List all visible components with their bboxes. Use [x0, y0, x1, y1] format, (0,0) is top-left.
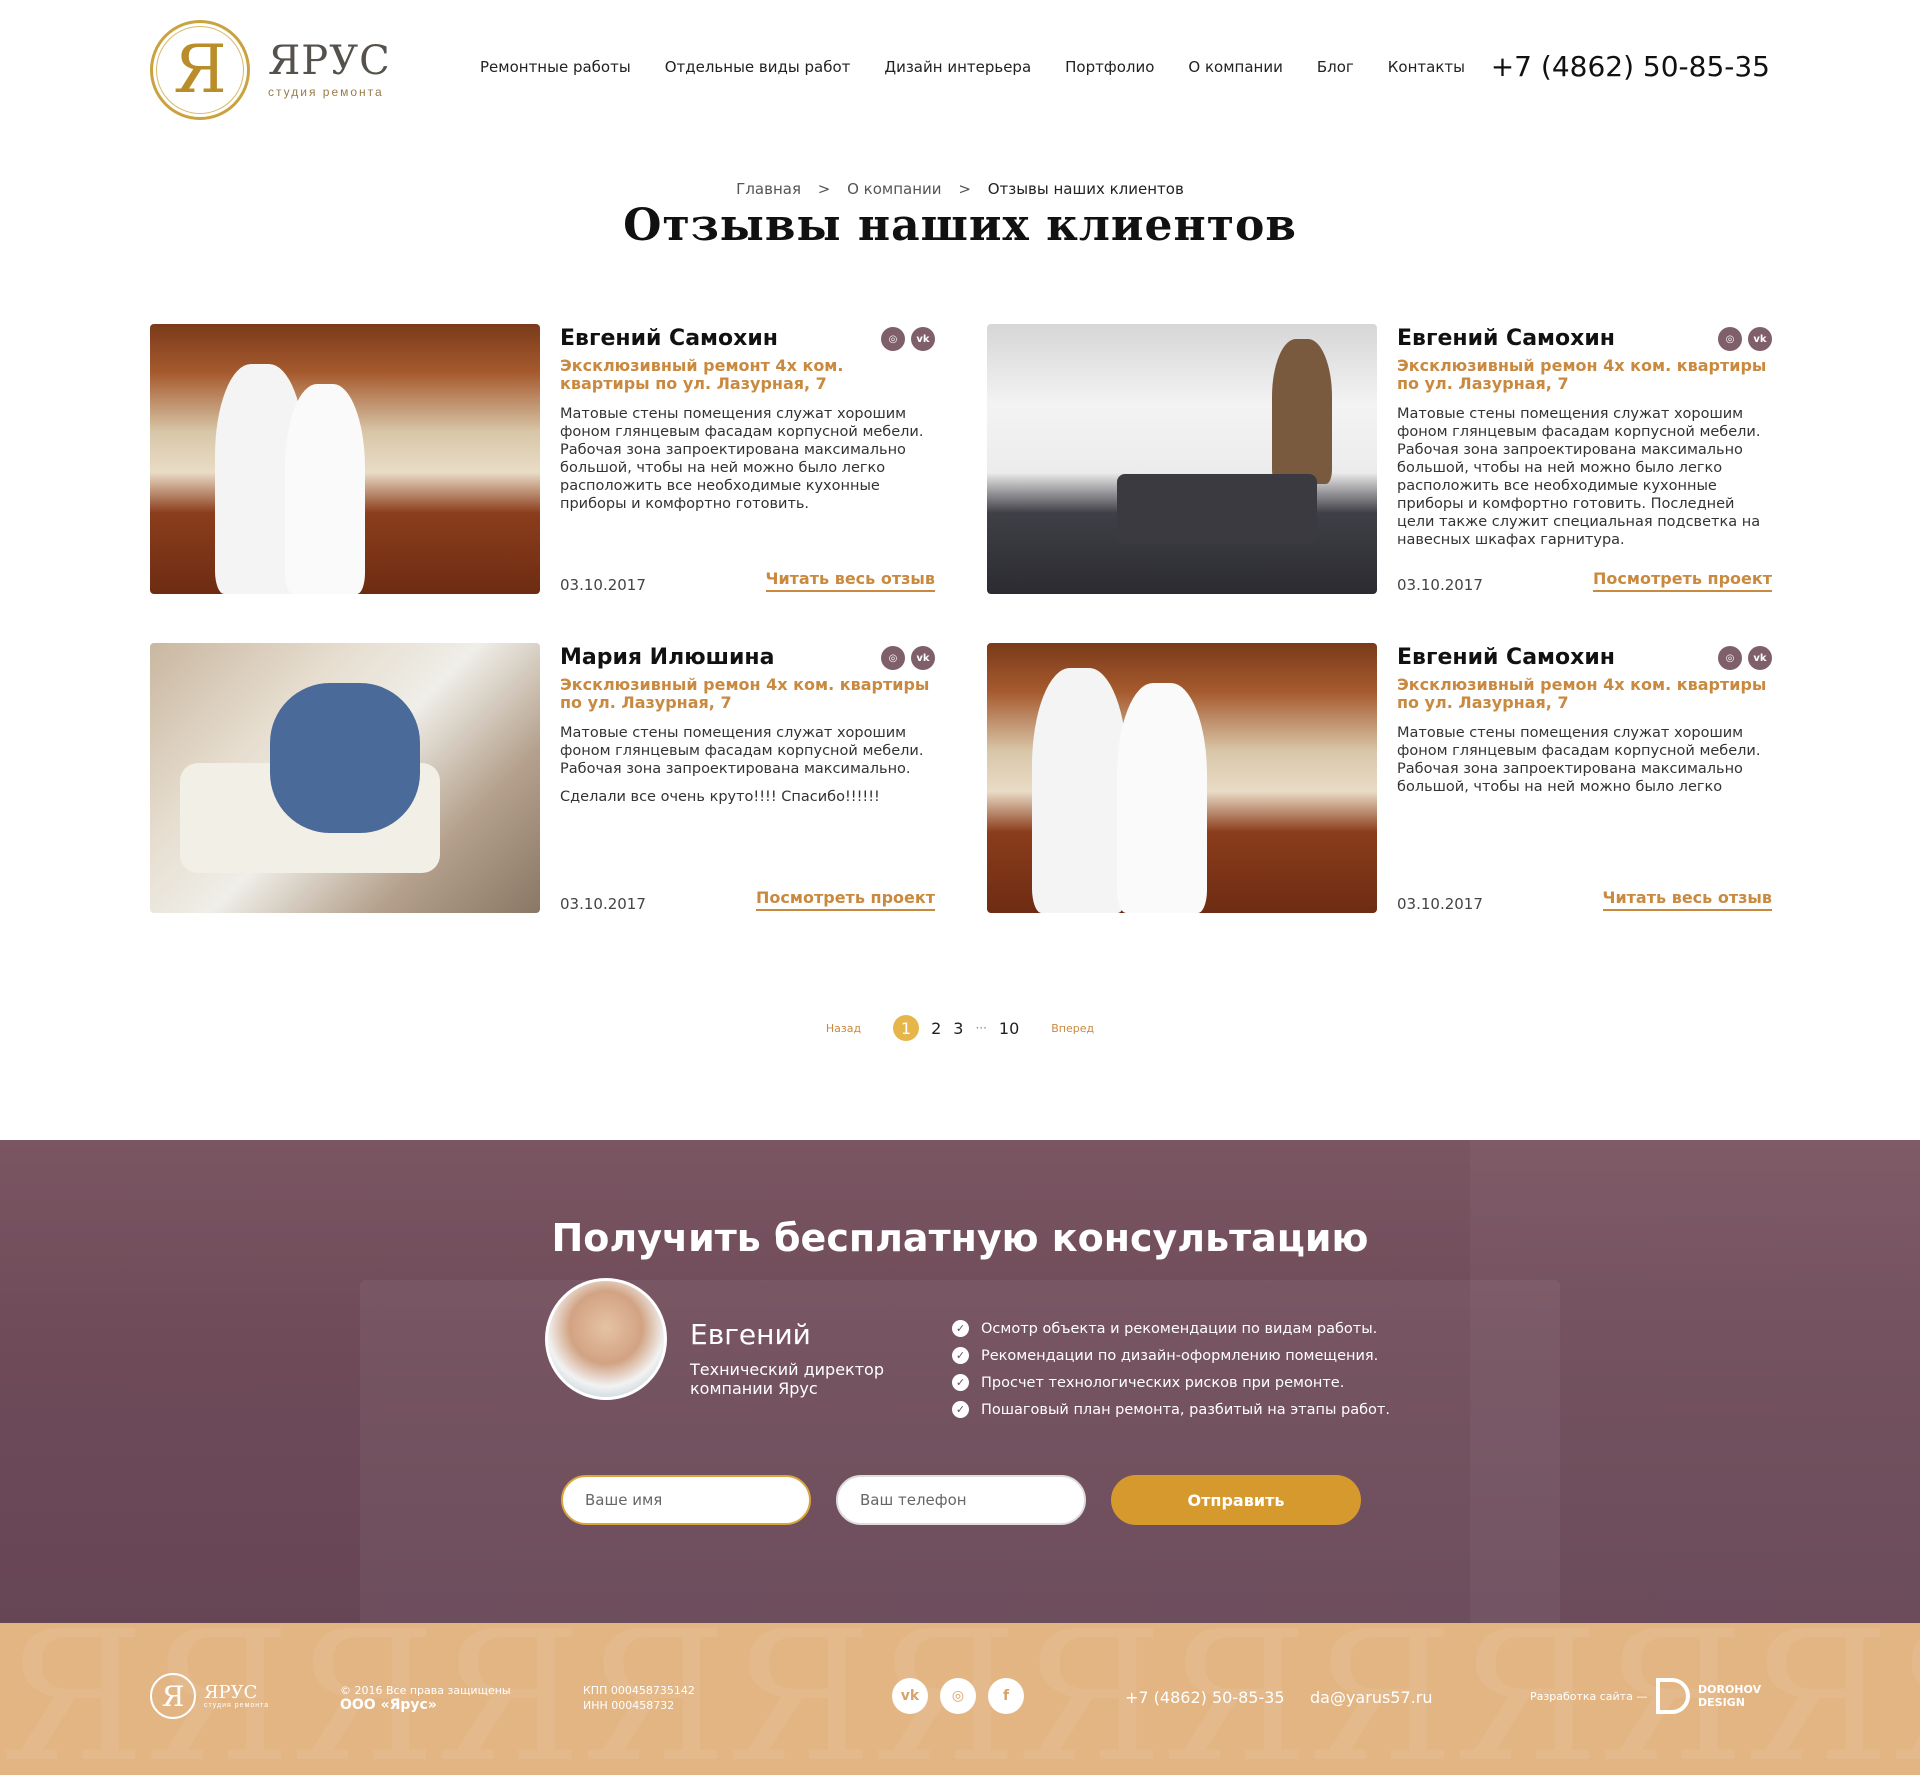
vk-icon[interactable]: vk [911, 327, 935, 351]
nav-item-about[interactable]: О компании [1188, 58, 1282, 76]
nav-item-design[interactable]: Дизайн интерьера [884, 58, 1031, 76]
header: Я ЯРУС студия ремонта Ремонтные работы О… [0, 0, 1920, 140]
consultant-role: Технический директор компании Ярус [690, 1360, 884, 1398]
review-card: Евгений Самохин ◎ vk Эксклюзивный ремонт… [150, 324, 935, 594]
facebook-icon[interactable]: f [988, 1678, 1024, 1714]
review-extra-text: Сделали все очень круто!!!! Спасибо!!!!!… [560, 789, 880, 805]
nav-item-blog[interactable]: Блог [1317, 58, 1354, 76]
review-author: Евгений Самохин [560, 326, 778, 351]
review-photo[interactable] [150, 643, 540, 913]
footer-logo[interactable]: Я ЯРУС студия ремонта [150, 1673, 269, 1719]
review-project[interactable]: Эксклюзивный ремон 4х ком. квартиры по у… [1397, 357, 1772, 393]
consultation-section: Получить бесплатную консультацию Евгений… [0, 1140, 1920, 1623]
review-text: Матовые стены помещения служат хорошим ф… [1397, 406, 1761, 548]
consultant-avatar [545, 1278, 667, 1400]
instagram-icon[interactable]: ◎ [881, 646, 905, 670]
main-nav: Ремонтные работы Отдельные виды работ Ди… [480, 58, 1465, 76]
consultant-name: Евгений [690, 1318, 811, 1351]
pagination-page-last[interactable]: 10 [999, 1019, 1019, 1038]
benefit-item: ✓ Осмотр объекта и рекомендации по видам … [952, 1315, 1390, 1342]
nav-item-repair[interactable]: Ремонтные работы [480, 58, 631, 76]
review-author: Мария Илюшина [560, 645, 775, 670]
review-text: Матовые стены помещения служат хорошим ф… [560, 725, 924, 777]
review-date: 03.10.2017 [560, 576, 646, 594]
instagram-icon[interactable]: ◎ [940, 1678, 976, 1714]
review-author: Евгений Самохин [1397, 645, 1615, 670]
review-card: Евгений Самохин ◎ vk Эксклюзивный ремон … [987, 324, 1772, 594]
review-date: 03.10.2017 [560, 895, 646, 913]
logo-subtitle: студия ремонта [268, 85, 384, 99]
review-project[interactable]: Эксклюзивный ремон 4х ком. квартиры по у… [560, 676, 935, 712]
logo[interactable]: Я ЯРУС студия ремонта [150, 20, 391, 120]
check-icon: ✓ [952, 1347, 969, 1364]
check-icon: ✓ [952, 1374, 969, 1391]
review-date: 03.10.2017 [1397, 895, 1483, 913]
consultation-title: Получить бесплатную консультацию [551, 1216, 1369, 1260]
footer: ЯЯЯЯЯЯЯЯЯЯЯЯЯЯЯЯЯЯЯЯ Я ЯРУСстудия ремонт… [0, 1623, 1920, 1775]
review-card: Евгений Самохин ◎ vk Эксклюзивный ремон … [987, 643, 1772, 913]
review-text: Матовые стены помещения служат хорошим ф… [1397, 725, 1761, 795]
logo-mark-icon: Я [150, 1673, 196, 1719]
dorohov-logo-icon [1656, 1678, 1690, 1714]
vk-icon[interactable]: vk [892, 1678, 928, 1714]
benefits-list: ✓ Осмотр объекта и рекомендации по видам … [952, 1315, 1390, 1423]
view-project-link[interactable]: Посмотреть проект [1593, 569, 1772, 592]
view-project-link[interactable]: Посмотреть проект [756, 888, 935, 911]
instagram-icon[interactable]: ◎ [1718, 646, 1742, 670]
breadcrumb: Главная > О компании > Отзывы наших клие… [0, 180, 1920, 198]
review-text: Матовые стены помещения служат хорошим ф… [560, 406, 924, 512]
review-date: 03.10.2017 [1397, 576, 1483, 594]
developer-logo[interactable]: DOROHOV DESIGN [1656, 1678, 1761, 1714]
page-title: Отзывы наших клиентов [623, 200, 1297, 251]
breadcrumb-separator: > [958, 180, 971, 198]
breadcrumb-home[interactable]: Главная [736, 180, 801, 198]
logo-name: ЯРУС [268, 38, 391, 84]
breadcrumb-about[interactable]: О компании [847, 180, 941, 198]
footer-socials: vk ◎ f [892, 1678, 1024, 1714]
breadcrumb-separator: > [817, 180, 831, 198]
review-project[interactable]: Эксклюзивный ремонт 4х ком. квартиры по … [560, 357, 935, 393]
check-icon: ✓ [952, 1320, 969, 1337]
nav-item-contacts[interactable]: Контакты [1388, 58, 1465, 76]
review-project[interactable]: Эксклюзивный ремон 4х ком. квартиры по у… [1397, 676, 1772, 712]
pagination: Назад 1 2 3 ··· 10 Вперед [0, 1015, 1920, 1041]
instagram-icon[interactable]: ◎ [1718, 327, 1742, 351]
footer-email[interactable]: da@yarus57.ru [1310, 1688, 1432, 1707]
instagram-icon[interactable]: ◎ [881, 327, 905, 351]
benefit-item: ✓ Пошаговый план ремонта, разбитый на эта… [952, 1396, 1390, 1423]
logo-mark-icon: Я [150, 20, 250, 120]
pagination-ellipsis: ··· [975, 1021, 987, 1035]
developer-label: Разработка сайта — [1530, 1690, 1648, 1703]
pagination-prev[interactable]: Назад [826, 1022, 861, 1035]
footer-phone[interactable]: +7 (4862) 50-85-35 [1125, 1688, 1285, 1707]
breadcrumb-current: Отзывы наших клиентов [987, 180, 1184, 198]
review-photo[interactable] [987, 324, 1377, 594]
read-review-link[interactable]: Читать весь отзыв [765, 569, 935, 592]
review-photo[interactable] [150, 324, 540, 594]
name-input[interactable]: Ваше имя [561, 1475, 811, 1525]
header-phone[interactable]: +7 (4862) 50-85-35 [1491, 50, 1770, 83]
pagination-page-current[interactable]: 1 [893, 1015, 920, 1041]
benefit-item: ✓ Рекомендации по дизайн-оформлению помещ… [952, 1342, 1390, 1369]
vk-icon[interactable]: vk [1748, 646, 1772, 670]
benefit-item: ✓ Просчет технологических рисков при ремо… [952, 1369, 1390, 1396]
pagination-page[interactable]: 2 [931, 1019, 941, 1038]
phone-input[interactable]: Ваш телефон [836, 1475, 1086, 1525]
footer-copyright: © 2016 Все права защищены ООО «Ярус» [340, 1684, 511, 1713]
vk-icon[interactable]: vk [911, 646, 935, 670]
review-author: Евгений Самохин [1397, 326, 1615, 351]
nav-item-portfolio[interactable]: Портфолио [1065, 58, 1154, 76]
read-review-link[interactable]: Читать весь отзыв [1602, 888, 1772, 911]
check-icon: ✓ [952, 1401, 969, 1418]
review-photo[interactable] [987, 643, 1377, 913]
review-card: Мария Илюшина ◎ vk Эксклюзивный ремон 4х… [150, 643, 935, 913]
pagination-next[interactable]: Вперед [1051, 1022, 1094, 1035]
vk-icon[interactable]: vk [1748, 327, 1772, 351]
submit-button[interactable]: Отправить [1111, 1475, 1361, 1525]
nav-item-works[interactable]: Отдельные виды работ [665, 58, 851, 76]
footer-company-ids: КПП 000458735142 ИНН 000458732 [583, 1684, 695, 1712]
pagination-page[interactable]: 3 [953, 1019, 963, 1038]
